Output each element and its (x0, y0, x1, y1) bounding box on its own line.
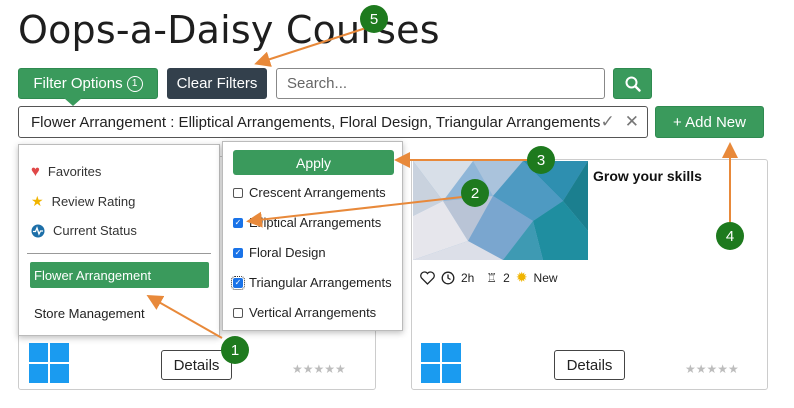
pulse-icon (31, 224, 45, 237)
checkbox[interactable] (233, 307, 243, 318)
details-button[interactable]: Details (554, 350, 625, 380)
checkbox[interactable]: ✓ (231, 275, 245, 290)
option-label: Triangular Arrangements (249, 275, 392, 290)
clear-icon[interactable]: ✕ (625, 112, 639, 132)
search-icon (625, 76, 641, 92)
filter-caret-icon (64, 98, 82, 106)
menu-item-review-rating[interactable]: ★ Review Rating (31, 193, 135, 210)
menu-item-label: Review Rating (51, 194, 136, 209)
windows-logo-icon (29, 343, 69, 383)
duration-text: 2h (461, 270, 475, 285)
option-triangular[interactable]: ✓ Triangular Arrangements (231, 275, 392, 290)
menu-item-favorites[interactable]: ♥ Favorites (31, 163, 101, 180)
option-label: Crescent Arrangements (249, 185, 386, 200)
menu-item-label: Current Status (53, 223, 137, 238)
checkbox[interactable]: ✓ (233, 217, 243, 228)
option-label: Floral Design (249, 245, 326, 260)
callout-3: 3 (527, 146, 555, 174)
level-text: 2 (503, 270, 510, 285)
checkbox[interactable]: ✓ (233, 247, 243, 258)
heart-icon: ♥ (31, 163, 40, 180)
option-crescent[interactable]: Crescent Arrangements (233, 185, 386, 200)
add-new-button[interactable]: + Add New (655, 106, 764, 138)
callout-4: 4 (716, 222, 744, 250)
selected-filters-field[interactable]: Flower Arrangement : Elliptical Arrangem… (18, 106, 648, 138)
option-floral-design[interactable]: ✓ Floral Design (233, 245, 326, 260)
sun-icon: ✹ (515, 269, 528, 285)
callout-1: 1 (221, 336, 249, 364)
confirm-icon[interactable]: ✓ (601, 112, 615, 132)
option-vertical[interactable]: Vertical Arrangements (233, 305, 376, 320)
card-title: Grow your skills (593, 168, 702, 184)
clock-icon (441, 271, 455, 284)
filter-options-button[interactable]: Filter Options 1 (18, 68, 158, 99)
callout-5: 5 (360, 5, 388, 33)
filter-menu: ♥ Favorites ★ Review Rating Current Stat… (18, 144, 220, 336)
rating-stars: ★★★★★ (292, 362, 346, 376)
checkbox[interactable] (233, 187, 243, 198)
option-label: Vertical Arrangements (249, 305, 377, 320)
callout-2: 2 (461, 179, 489, 207)
sub-options-menu: Apply Crescent Arrangements ✓ Elliptical… (222, 141, 403, 331)
selected-filters-text: Flower Arrangement : Elliptical Arrangem… (31, 113, 601, 131)
apply-button[interactable]: Apply (233, 150, 394, 175)
search-input[interactable] (276, 68, 605, 99)
search-button[interactable] (613, 68, 652, 99)
level-icon: ♖ (486, 270, 498, 285)
option-label: Elliptical Arrangements (249, 215, 382, 230)
filter-options-label: Filter Options (33, 75, 123, 92)
menu-item-label: Favorites (47, 164, 102, 179)
windows-logo-icon (421, 343, 461, 383)
course-thumbnail (413, 161, 588, 260)
menu-item-current-status[interactable]: Current Status (31, 223, 137, 238)
clear-filters-button[interactable]: Clear Filters (167, 68, 267, 99)
status-text: New (533, 270, 558, 285)
card-meta: 2h ♖ 2 ✹ New (420, 269, 558, 286)
option-elliptical[interactable]: ✓ Elliptical Arrangements (233, 215, 381, 230)
menu-divider (27, 253, 211, 254)
menu-item-flower-arrangement[interactable]: Flower Arrangement (30, 262, 209, 288)
rating-stars: ★★★★★ (685, 362, 739, 376)
filter-count-badge: 1 (126, 75, 143, 92)
heart-outline-icon[interactable] (420, 270, 435, 285)
star-icon: ★ (31, 193, 44, 209)
menu-item-store-management[interactable]: Store Management (34, 306, 145, 321)
